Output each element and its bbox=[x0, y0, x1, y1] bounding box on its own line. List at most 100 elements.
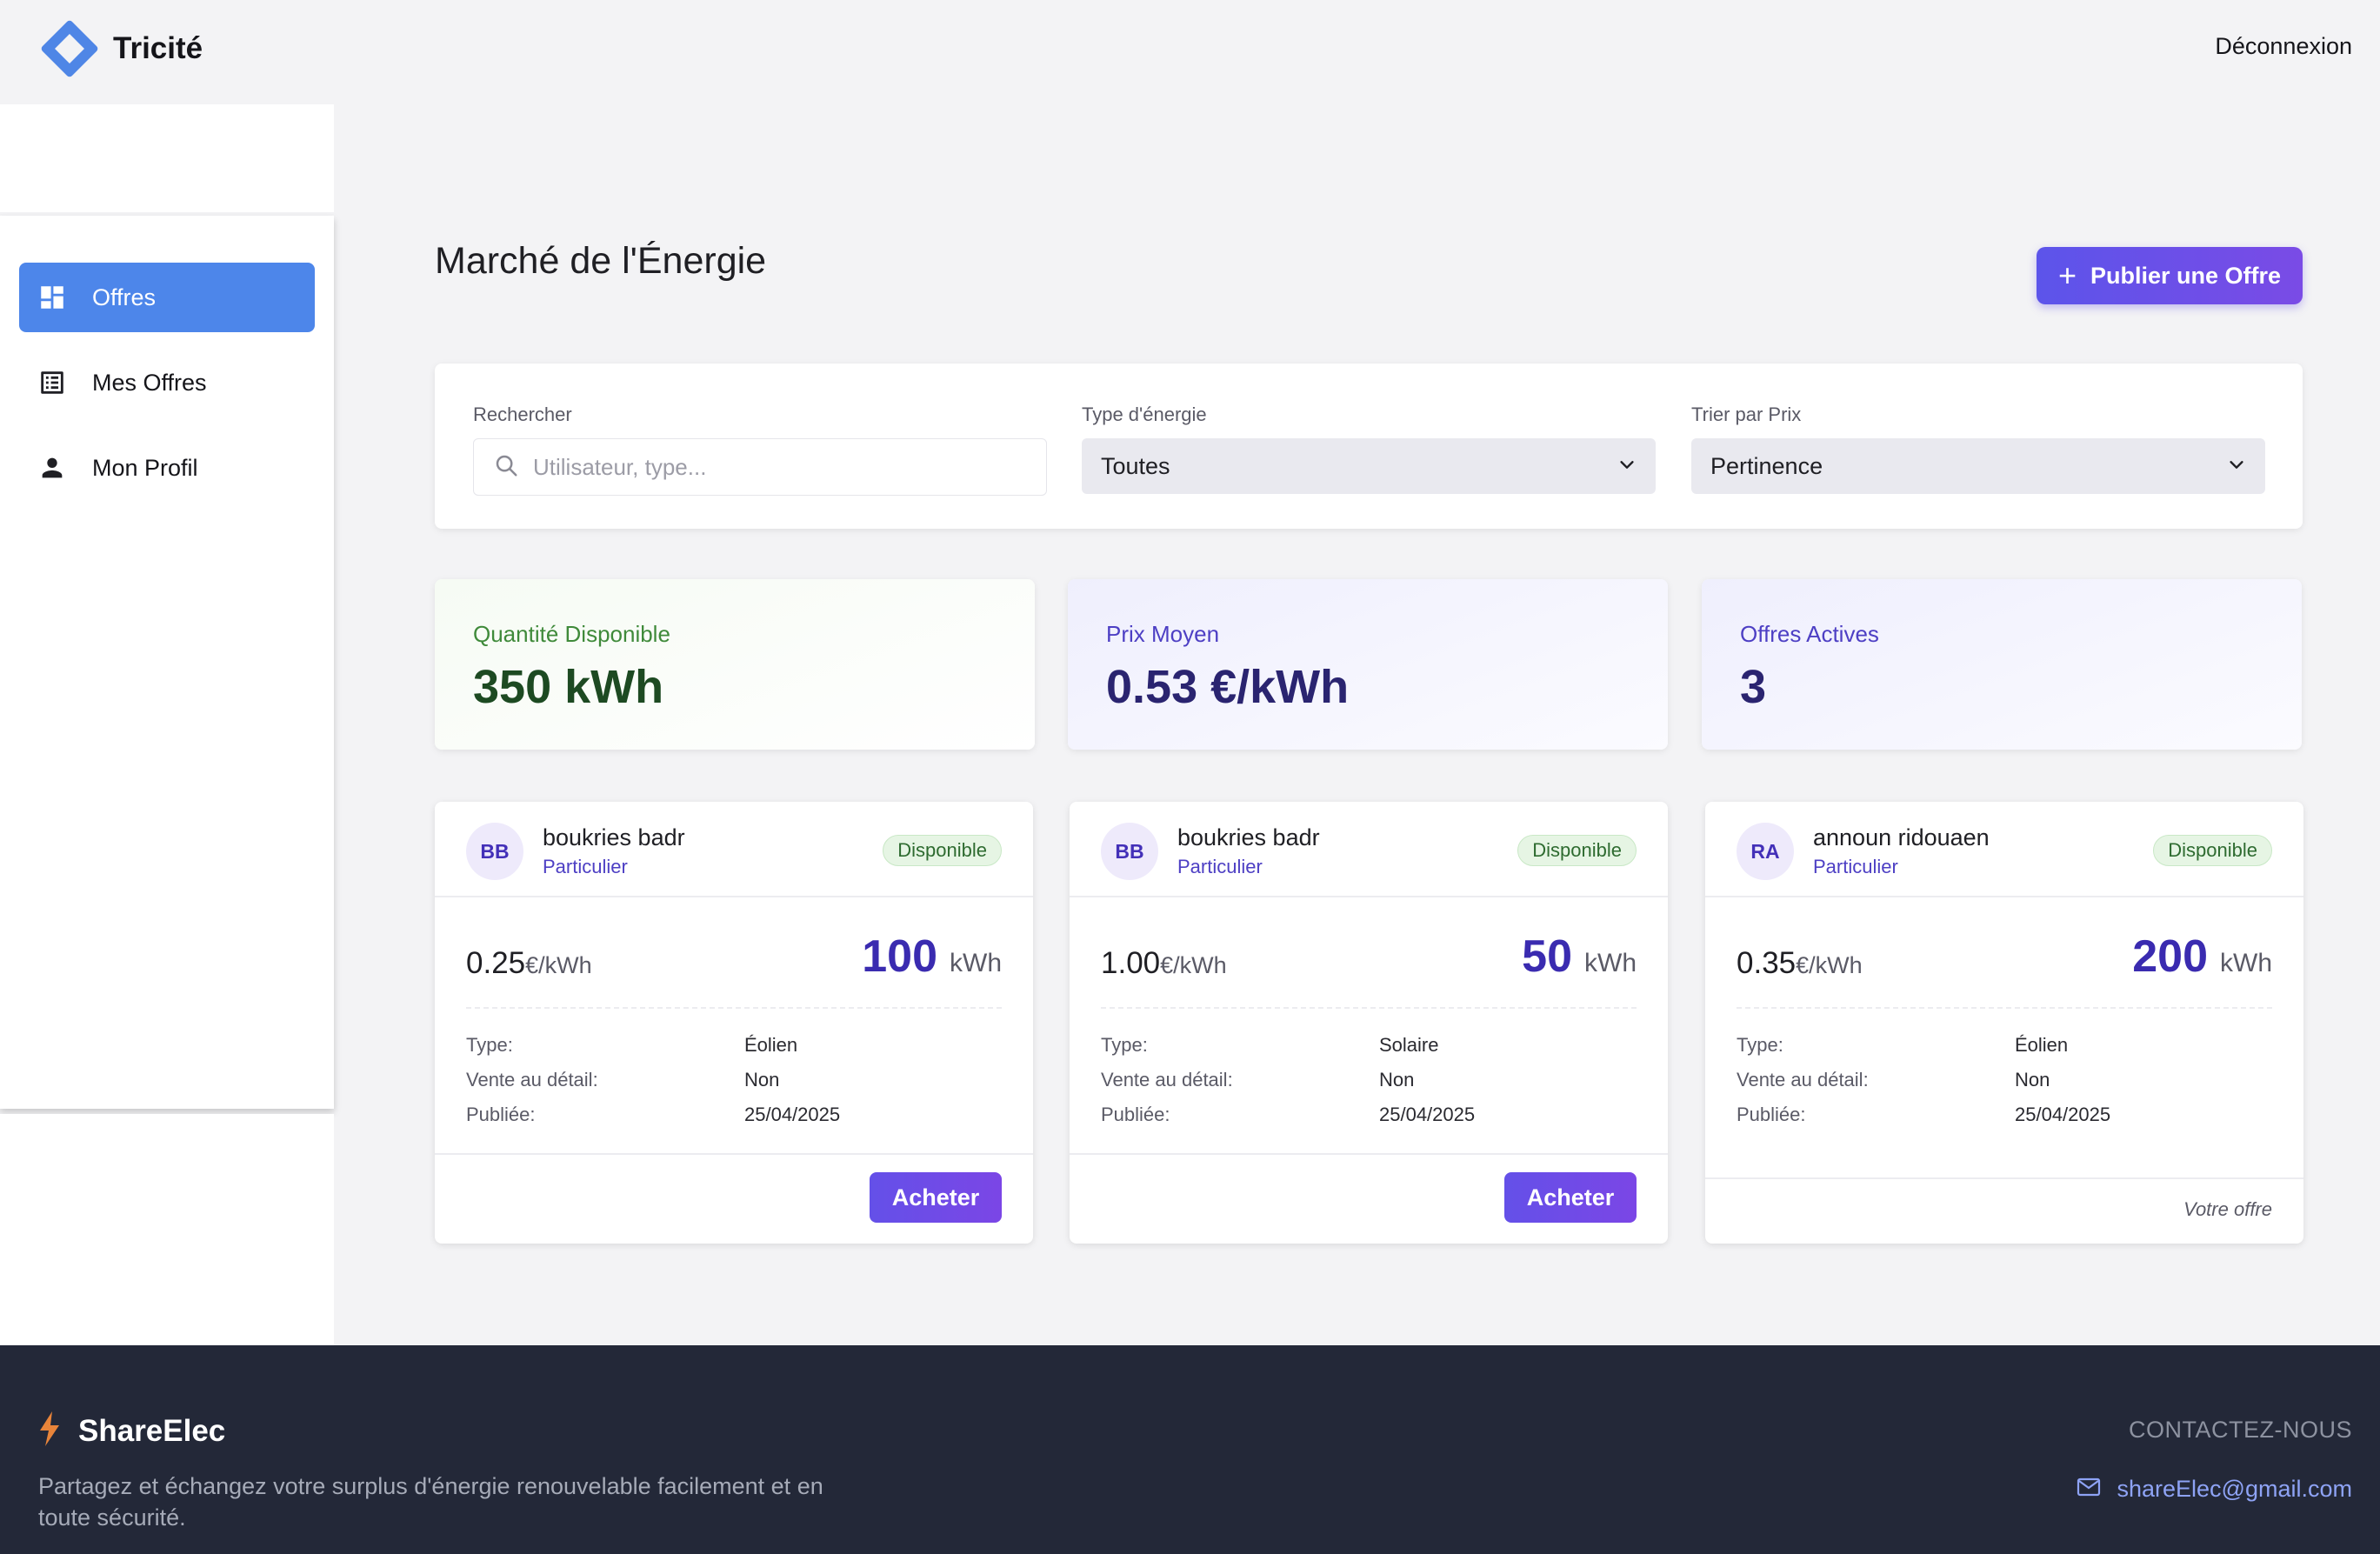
dashboard-icon bbox=[37, 282, 68, 313]
detail-key: Publiée: bbox=[1737, 1104, 1806, 1125]
divider bbox=[466, 1007, 1002, 1009]
detail-row-published: Publiée: 25/04/2025 bbox=[1101, 1097, 1637, 1132]
email-address: shareElec@gmail.com bbox=[2117, 1476, 2352, 1502]
detail-key: Type: bbox=[1101, 1034, 1148, 1056]
divider bbox=[1737, 1007, 2272, 1009]
search-filter: Rechercher bbox=[473, 404, 1047, 496]
offer-price: 0.35€/kWh bbox=[1737, 946, 1863, 981]
price-unit: €/kWh bbox=[1796, 952, 1863, 978]
sidebar-item-mes-offres[interactable]: Mes Offres bbox=[19, 348, 315, 417]
seller-role: Particulier bbox=[1813, 856, 1898, 877]
sidebar-item-label: Mon Profil bbox=[92, 454, 198, 481]
detail-row-type: Type: Éolien bbox=[466, 1028, 1002, 1063]
offer-quantity: 200 kWh bbox=[2132, 930, 2272, 983]
detail-value: 25/04/2025 bbox=[1379, 1104, 1476, 1125]
detail-row-type: Type: Éolien bbox=[1737, 1028, 2272, 1063]
stat-card-average-price: Prix Moyen 0.53 €/kWh bbox=[1068, 579, 1668, 750]
search-box[interactable] bbox=[473, 438, 1047, 496]
buy-button[interactable]: Acheter bbox=[1504, 1172, 1637, 1223]
email-link[interactable]: shareElec@gmail.com bbox=[2077, 1476, 2352, 1503]
detail-value: Éolien bbox=[2015, 1034, 2069, 1056]
stat-value: 3 bbox=[1740, 661, 1767, 713]
mail-icon bbox=[2077, 1476, 2117, 1503]
price-value: 1.00 bbox=[1101, 946, 1161, 980]
seller-name: announ ridouaen bbox=[1813, 824, 1990, 850]
top-bar: Tricité Déconnexion bbox=[0, 0, 2380, 104]
quantity-unit: kWh bbox=[2220, 949, 2272, 977]
offer-card: RA announ ridouaen Particulier Disponibl… bbox=[1705, 802, 2303, 1244]
divider bbox=[1101, 1007, 1637, 1009]
detail-value: Non bbox=[2015, 1069, 2050, 1090]
offer-card-header: BB boukries badr Particulier Disponible bbox=[1070, 802, 1668, 897]
energy-type-select[interactable]: Toutes bbox=[1082, 438, 1656, 494]
search-label: Rechercher bbox=[473, 404, 572, 425]
energy-type-value: Toutes bbox=[1101, 452, 1170, 479]
avatar: RA bbox=[1737, 823, 1794, 880]
publish-offer-label: Publier une Offre bbox=[2090, 262, 2282, 289]
seller-name: boukries badr bbox=[543, 824, 685, 850]
chevron-down-icon bbox=[1617, 453, 1637, 480]
filters-panel: Rechercher Type d'énergie Toutes Trier p… bbox=[435, 363, 2303, 529]
detail-key: Publiée: bbox=[466, 1104, 536, 1125]
sidebar-item-offres[interactable]: Offres bbox=[19, 263, 315, 332]
price-value: 0.35 bbox=[1737, 946, 1797, 980]
detail-key: Vente au détail: bbox=[466, 1069, 598, 1090]
search-input[interactable] bbox=[533, 453, 1020, 481]
sidebar-header-area bbox=[0, 104, 334, 212]
sort-select[interactable]: Pertinence bbox=[1691, 438, 2265, 494]
sort-value: Pertinence bbox=[1710, 452, 1823, 479]
offer-card: BB boukries badr Particulier Disponible … bbox=[435, 802, 1033, 1244]
offer-price: 1.00€/kWh bbox=[1101, 946, 1227, 981]
footer: ShareElec Partagez et échangez votre sur… bbox=[0, 1345, 2380, 1554]
detail-key: Vente au détail: bbox=[1737, 1069, 1869, 1090]
plus-icon: + bbox=[2057, 257, 2077, 293]
quantity-unit: kWh bbox=[1584, 949, 1637, 977]
offer-details: Type: Éolien Vente au détail: Non Publiée:… bbox=[1737, 1028, 2272, 1132]
seller-role: Particulier bbox=[1177, 856, 1263, 877]
status-badge: Disponible bbox=[1517, 835, 1637, 866]
logout-link[interactable]: Déconnexion bbox=[2215, 33, 2352, 60]
offer-card-footer bbox=[1705, 1177, 2303, 1179]
list-icon bbox=[37, 367, 68, 398]
detail-row-retail: Vente au détail: Non bbox=[1101, 1063, 1637, 1097]
detail-key: Type: bbox=[1737, 1034, 1783, 1056]
status-badge: Disponible bbox=[883, 835, 1002, 866]
offer-quantity: 100 kWh bbox=[862, 930, 1002, 983]
own-offer-note: Votre offre bbox=[2183, 1198, 2272, 1220]
buy-button[interactable]: Acheter bbox=[870, 1172, 1002, 1223]
detail-key: Publiée: bbox=[1101, 1104, 1170, 1125]
contact-heading: CONTACTEZ-NOUS bbox=[2129, 1417, 2352, 1443]
avatar: BB bbox=[466, 823, 523, 880]
sidebar-item-mon-profil[interactable]: Mon Profil bbox=[19, 433, 315, 503]
stat-label: Quantité Disponible bbox=[473, 621, 670, 647]
detail-value: 25/04/2025 bbox=[2015, 1104, 2111, 1125]
quantity-value: 50 bbox=[1522, 931, 1572, 982]
offer-price: 0.25€/kWh bbox=[466, 946, 592, 981]
footer-brand: ShareElec bbox=[38, 1411, 225, 1451]
stat-card-active-offers: Offres Actives 3 bbox=[1702, 579, 2302, 750]
price-unit: €/kWh bbox=[1160, 952, 1227, 978]
energy-type-filter: Type d'énergie Toutes bbox=[1082, 404, 1656, 494]
offer-card-header: RA announ ridouaen Particulier Disponibl… bbox=[1705, 802, 2303, 897]
detail-row-type: Type: Solaire bbox=[1101, 1028, 1637, 1063]
page-title: Marché de l'Énergie bbox=[435, 240, 767, 282]
detail-key: Type: bbox=[466, 1034, 513, 1056]
chevron-down-icon bbox=[2227, 453, 2246, 480]
stat-value: 0.53 €/kWh bbox=[1106, 661, 1350, 713]
sort-filter: Trier par Prix Pertinence bbox=[1691, 404, 2265, 494]
footer-description: Partagez et échangez votre surplus d'éne… bbox=[38, 1473, 823, 1531]
detail-value: Non bbox=[1379, 1069, 1415, 1090]
price-unit: €/kWh bbox=[525, 952, 592, 978]
publish-offer-button[interactable]: + Publier une Offre bbox=[2037, 247, 2303, 304]
offer-card: BB boukries badr Particulier Disponible … bbox=[1070, 802, 1668, 1244]
app-logo[interactable]: Tricité bbox=[38, 17, 203, 80]
stat-value: 350 kWh bbox=[473, 661, 664, 713]
offer-quantity: 50 kWh bbox=[1522, 930, 1637, 983]
footer-brand-name: ShareElec bbox=[78, 1413, 226, 1448]
quantity-value: 100 bbox=[862, 931, 937, 982]
stat-label: Prix Moyen bbox=[1106, 621, 1220, 647]
price-value: 0.25 bbox=[466, 946, 526, 980]
offer-card-footer bbox=[1070, 1153, 1668, 1155]
diamond-logo-icon bbox=[38, 17, 101, 80]
detail-value: Non bbox=[744, 1069, 780, 1090]
